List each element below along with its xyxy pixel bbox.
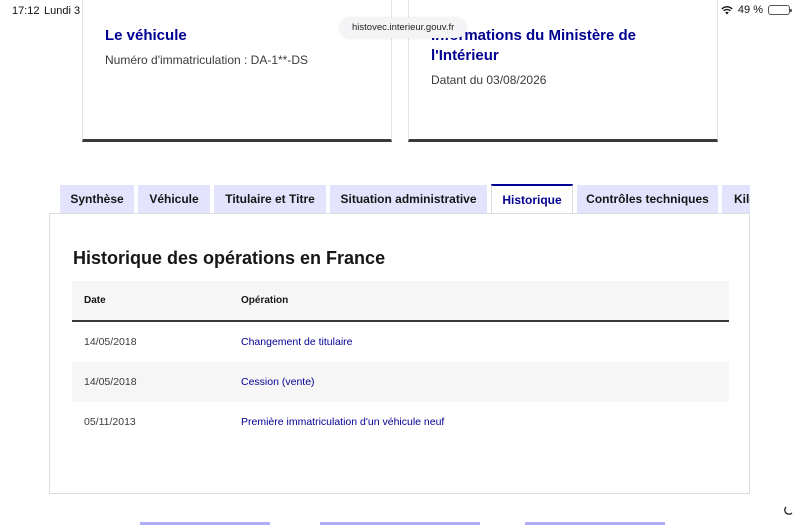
table-header: Date Opération <box>72 281 729 322</box>
tab-situation-administrative[interactable]: Situation administrative <box>330 185 487 213</box>
row-operation: Première immatriculation d'un véhicule n… <box>241 416 445 428</box>
battery-icon <box>768 5 792 15</box>
data-date: Datant du 03/08/2026 <box>431 73 547 87</box>
tab-titulaire[interactable]: Titulaire et Titre <box>214 185 326 213</box>
tab-controles-techniques[interactable]: Contrôles techniques <box>577 185 718 213</box>
table-row: 05/11/2013 Première immatriculation d'un… <box>72 402 729 442</box>
wifi-icon <box>721 5 733 14</box>
row-date: 14/05/2018 <box>84 336 137 348</box>
table-row: 14/05/2018 Cession (vente) <box>72 362 729 402</box>
vehicle-card-title: Le véhicule <box>105 27 187 44</box>
ministry-card-title: Informations du Ministère de l'Intérieur <box>431 27 637 64</box>
tab-kilometrage[interactable]: Kilométrage <box>722 185 750 213</box>
history-panel: Historique des opérations en France Date… <box>49 213 750 494</box>
row-operation: Changement de titulaire <box>241 336 353 348</box>
tab-vehicule[interactable]: Véhicule <box>138 185 210 213</box>
column-header-operation: Opération <box>241 295 289 306</box>
table-row: 14/05/2018 Changement de titulaire <box>72 322 729 362</box>
row-date: 14/05/2018 <box>84 376 137 388</box>
tab-bar: Synthèse Véhicule Titulaire et Titre Sit… <box>60 184 750 214</box>
history-table: Date Opération 14/05/2018 Changement de … <box>72 281 729 442</box>
battery-percent: 49 % <box>737 4 763 16</box>
loading-spinner-icon <box>784 506 793 515</box>
row-date: 05/11/2013 <box>84 416 136 428</box>
tab-historique[interactable]: Historique <box>491 184 573 214</box>
column-header-date: Date <box>84 295 106 306</box>
status-time: 17:12 <box>12 5 40 17</box>
address-bar[interactable]: histovec.interieur.gouv.fr <box>340 18 467 38</box>
panel-title: Historique des opérations en France <box>73 248 386 268</box>
registration-number: Numéro d'immatriculation : DA-1**-DS <box>105 53 309 67</box>
tab-synthese[interactable]: Synthèse <box>60 185 134 213</box>
row-operation: Cession (vente) <box>241 376 315 388</box>
